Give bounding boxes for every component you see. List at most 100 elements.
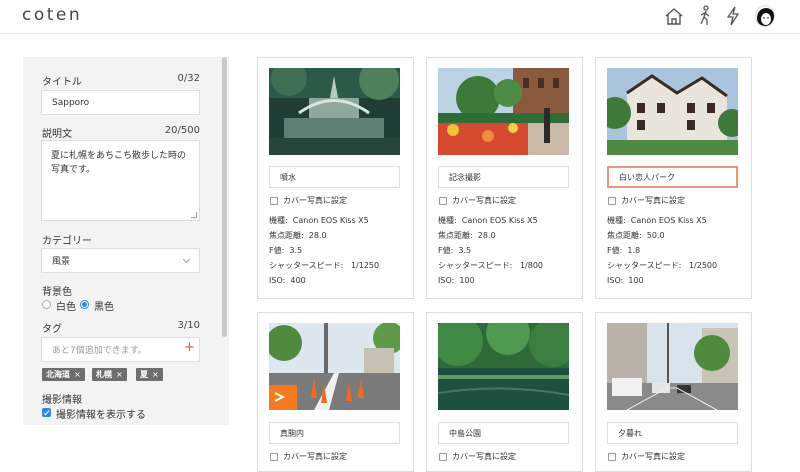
photo-name-input[interactable]: 白い恋人パーク — [607, 166, 738, 188]
cover-label: カバー写真に設定 — [621, 196, 685, 205]
meta-value: 1/2500 — [688, 261, 718, 270]
cover-label: カバー写真に設定 — [621, 452, 685, 461]
meta-value: 100 — [459, 276, 475, 285]
shoot-info-checkbox[interactable] — [42, 408, 51, 417]
title-input[interactable]: Sapporo — [41, 90, 200, 115]
photo-name-input[interactable]: 記念撮影 — [438, 166, 569, 188]
tag-placeholder: あと7個追加できます。 — [52, 346, 147, 356]
remove-tag-icon[interactable]: × — [152, 370, 159, 379]
photo-thumbnail[interactable] — [269, 323, 400, 410]
cover-checkbox[interactable] — [439, 196, 447, 205]
meta-label: 機種: — [607, 216, 626, 225]
remove-tag-icon[interactable]: × — [116, 370, 123, 379]
meta-focal: 焦点距離: 50.0 — [607, 228, 717, 243]
photo-thumbnail[interactable] — [269, 68, 400, 155]
meta-fnum: F値: 3.5 — [269, 243, 379, 258]
photo-thumbnail[interactable] — [607, 68, 738, 155]
panel-scrollbar[interactable] — [222, 57, 227, 337]
cover-checkbox[interactable] — [608, 196, 616, 205]
cover-label: カバー写真に設定 — [452, 196, 516, 205]
shoot-info-label: 撮影情報 — [42, 395, 82, 406]
meta-model: 機種: Canon EOS Kiss X5 — [438, 213, 543, 228]
app-logo[interactable]: coten — [22, 5, 82, 25]
photo-name-input[interactable]: 真駒内 — [269, 422, 400, 444]
category-select[interactable]: 風景 — [41, 248, 200, 273]
title-label: タイトル — [42, 77, 82, 88]
chevron-down-icon — [182, 255, 191, 264]
resize-handle[interactable] — [191, 212, 197, 218]
meta-value: 50.0 — [646, 231, 665, 240]
add-tag-icon[interactable]: + — [184, 341, 195, 355]
photo-name: 噴水 — [280, 172, 296, 182]
remove-tag-icon[interactable]: × — [74, 370, 81, 379]
category-label: カテゴリー — [42, 236, 92, 247]
walk-icon[interactable] — [694, 4, 716, 28]
background-label: 背景色 — [42, 287, 72, 298]
cover-checkbox[interactable] — [608, 452, 616, 461]
cover-checkbox[interactable] — [270, 452, 278, 461]
meta-label: ISO: — [438, 276, 455, 285]
radio-black[interactable] — [80, 300, 89, 309]
meta-shutter: シャッタースピード: 1/1250 — [269, 258, 379, 273]
avatar[interactable] — [755, 5, 775, 27]
photo-thumbnail[interactable] — [438, 68, 569, 155]
photo-thumbnail[interactable] — [438, 323, 569, 410]
meta-value: 3.5 — [458, 246, 472, 255]
meta-label: 焦点距離: — [438, 231, 473, 240]
lightning-icon[interactable] — [722, 4, 744, 28]
meta-iso: ISO: 100 — [607, 273, 717, 288]
photo-meta: 機種: Canon EOS Kiss X5 焦点距離: 28.0 F値: 3.5… — [438, 213, 543, 288]
meta-value: Canon EOS Kiss X5 — [292, 216, 369, 225]
cover-checkbox[interactable] — [270, 196, 278, 205]
tag-count: 3/10 — [177, 320, 200, 331]
meta-label: ISO: — [607, 276, 624, 285]
meta-label: F値: — [607, 246, 623, 255]
tag-text: 夏 — [140, 370, 148, 379]
meta-shutter: シャッタースピード: 1/800 — [438, 258, 543, 273]
meta-focal: 焦点距離: 28.0 — [269, 228, 379, 243]
cover-option[interactable]: カバー写真に設定 — [270, 451, 347, 462]
photo-name: 中島公園 — [449, 428, 481, 438]
description-count: 20/500 — [164, 125, 200, 136]
meta-label: 焦点距離: — [607, 231, 642, 240]
meta-value: 400 — [290, 276, 306, 285]
meta-iso: ISO: 100 — [438, 273, 543, 288]
meta-value: 1.8 — [627, 246, 641, 255]
meta-model: 機種: Canon EOS Kiss X5 — [269, 213, 379, 228]
radio-white[interactable] — [42, 300, 51, 309]
photo-thumbnail[interactable] — [607, 323, 738, 410]
photo-name-input[interactable]: 夕暮れ — [607, 422, 738, 444]
meta-value: 28.0 — [308, 231, 327, 240]
category-value: 風景 — [52, 257, 71, 267]
meta-model: 機種: Canon EOS Kiss X5 — [607, 213, 717, 228]
photo-name-input[interactable]: 中島公園 — [438, 422, 569, 444]
home-icon[interactable] — [663, 4, 685, 28]
cover-option[interactable]: カバー写真に設定 — [608, 195, 685, 206]
photo-meta: 機種: Canon EOS Kiss X5 焦点距離: 28.0 F値: 3.5… — [269, 213, 379, 288]
tag-input[interactable]: あと7個追加できます。 — [41, 337, 200, 362]
meta-value: 1/800 — [519, 261, 543, 270]
meta-fnum: F値: 1.8 — [607, 243, 717, 258]
meta-label: 機種: — [269, 216, 288, 225]
meta-label: ISO: — [269, 276, 286, 285]
meta-label: 焦点距離: — [269, 231, 304, 240]
cover-option[interactable]: カバー写真に設定 — [439, 195, 516, 206]
photo-name: 白い恋人パーク — [619, 172, 675, 182]
tag-chip[interactable]: 札幌 × — [92, 368, 127, 381]
radio-black-label: 黒色 — [94, 302, 114, 313]
cover-option[interactable]: カバー写真に設定 — [608, 451, 685, 462]
photo-name: 夕暮れ — [618, 428, 642, 438]
cover-option[interactable]: カバー写真に設定 — [439, 451, 516, 462]
meta-value: 28.0 — [477, 231, 496, 240]
radio-white-label: 白色 — [56, 302, 76, 313]
cover-checkbox[interactable] — [439, 452, 447, 461]
meta-value: 1/1250 — [350, 261, 380, 270]
tag-chip[interactable]: 夏 × — [136, 368, 163, 381]
photo-name-input[interactable]: 噴水 — [269, 166, 400, 188]
description-textarea[interactable]: 夏に札幌をあちこち散歩した時の 写真です。 — [41, 140, 200, 221]
cover-option[interactable]: カバー写真に設定 — [270, 195, 347, 206]
meta-fnum: F値: 3.5 — [438, 243, 543, 258]
meta-label: F値: — [438, 246, 454, 255]
cover-label: カバー写真に設定 — [283, 452, 347, 461]
tag-chip[interactable]: 北海道 × — [42, 368, 85, 381]
